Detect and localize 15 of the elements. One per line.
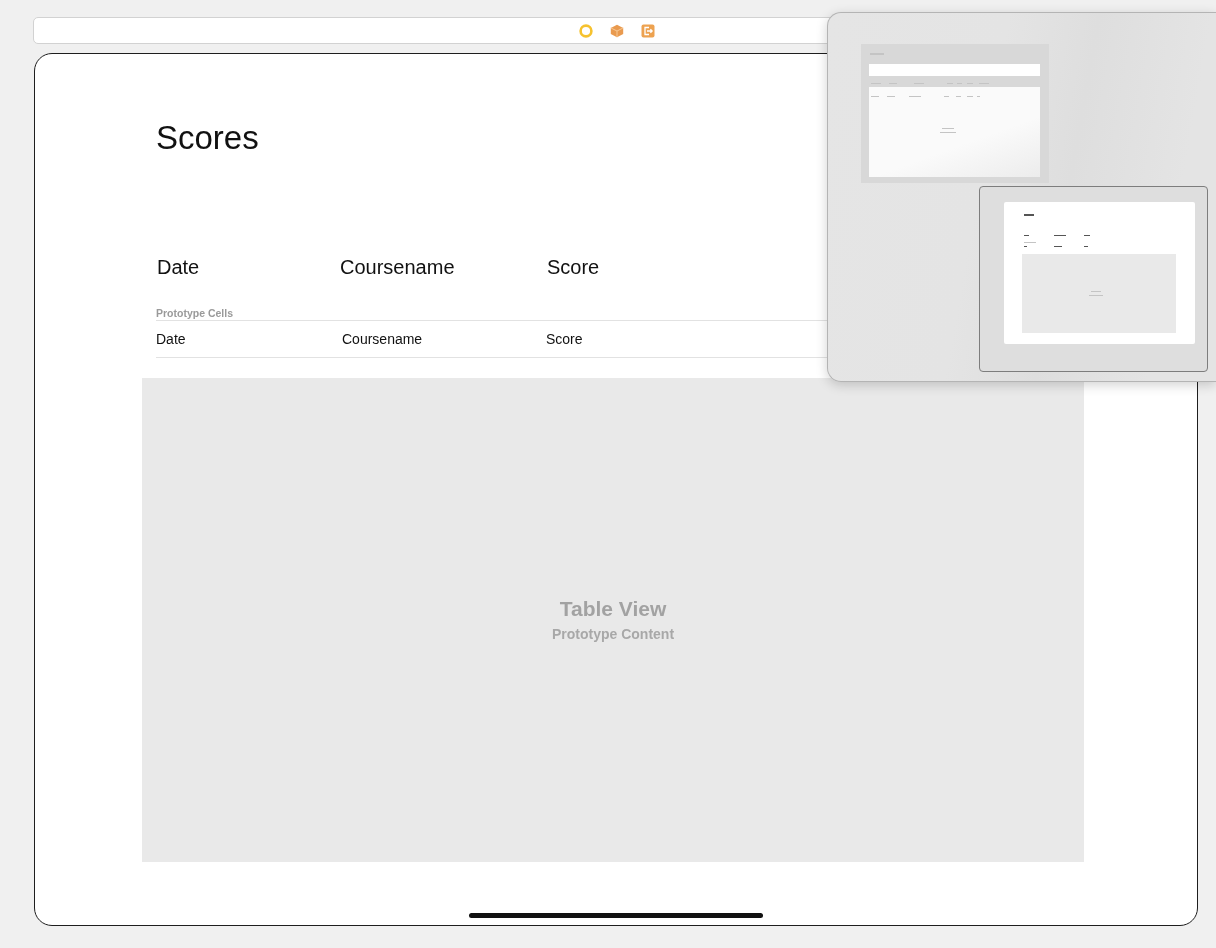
ring-icon[interactable] (578, 23, 593, 38)
scene-title: Scores (156, 118, 259, 158)
cell-label: Score (546, 329, 583, 349)
cube-icon[interactable] (609, 23, 624, 38)
column-label: Date (157, 255, 201, 279)
scene-thumbnail-drawing[interactable] (979, 186, 1208, 372)
table-view-label: Table View (559, 597, 667, 621)
box-arrow-icon[interactable] (640, 23, 655, 38)
column-label: Score (547, 255, 600, 279)
cell-label: Date (156, 329, 186, 349)
column-label: Coursename (340, 255, 456, 279)
table-view-sublabel: Prototype Content (551, 625, 675, 643)
scene-thumbnail-drawing[interactable] (861, 44, 1049, 183)
cell-label: Coursename (342, 329, 423, 349)
section-header: Prototype Cells (156, 307, 234, 319)
